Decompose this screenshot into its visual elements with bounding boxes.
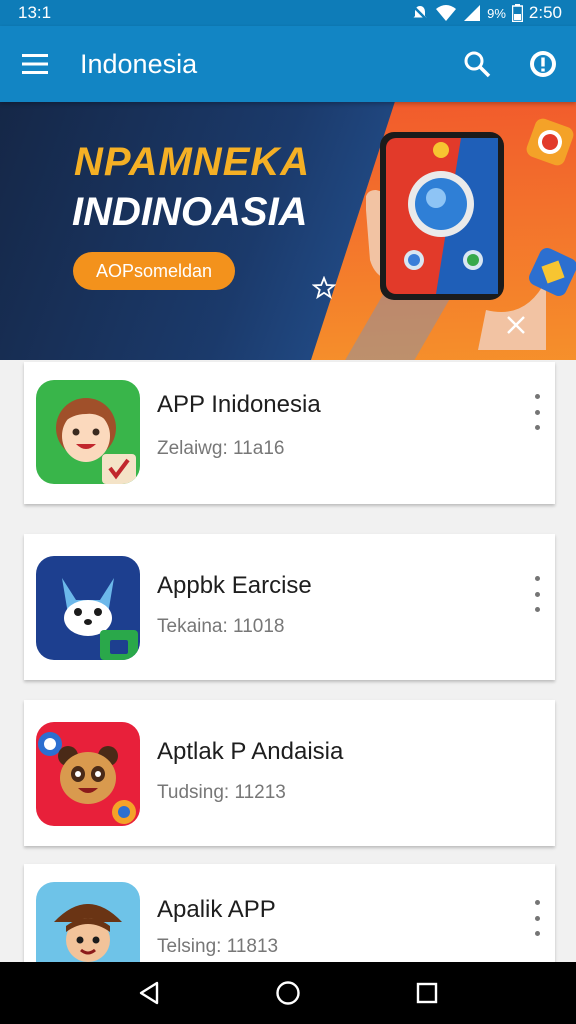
- more-options-button[interactable]: [527, 576, 547, 612]
- app-card[interactable]: APP Inidonesia Zelaiwg: 11a16: [24, 362, 555, 504]
- page-title: Indonesia: [80, 48, 198, 79]
- signal-icon: [464, 5, 481, 21]
- system-nav-bar: [0, 962, 576, 1024]
- app-subtitle: Zelaiwg: 11a16: [157, 438, 285, 459]
- menu-button[interactable]: [0, 26, 70, 102]
- app-bar: Indonesia: [0, 26, 576, 102]
- app-subtitle: Tudsing: 11213: [157, 782, 286, 803]
- promo-banner[interactable]: NPAMNEKA INDINOASIA AOPsomeldan: [0, 102, 576, 360]
- app-name: Apalik APP: [157, 896, 276, 923]
- app-name: Appbk Earcise: [157, 572, 312, 599]
- app-subtitle: Telsing: 11813: [157, 936, 279, 957]
- more-options-button[interactable]: [527, 900, 547, 936]
- app-name: APP Inidonesia: [157, 391, 321, 418]
- back-icon[interactable]: [138, 981, 160, 1005]
- status-time-left: 13:1: [18, 3, 52, 22]
- wifi-icon: [436, 5, 457, 21]
- battery-percent: 9%: [487, 5, 506, 21]
- info-icon: [530, 51, 556, 77]
- app-icon-panda: [36, 722, 140, 826]
- app-icon-girl: [36, 380, 140, 484]
- info-button[interactable]: [510, 26, 576, 102]
- star-icon: [312, 276, 336, 300]
- app-card[interactable]: Aptlak P Andaisia Tudsing: 11213: [24, 700, 555, 846]
- close-icon[interactable]: [505, 314, 527, 336]
- banner-cta-button[interactable]: AOPsomeldan: [73, 252, 235, 290]
- search-button[interactable]: [444, 26, 510, 102]
- banner-subheadline: INDINOASIA: [72, 190, 308, 234]
- more-options-button[interactable]: [527, 394, 547, 430]
- app-name: Aptlak P Andaisia: [157, 738, 344, 765]
- status-bar: 13:1 9% 2:50: [0, 0, 576, 26]
- menu-icon: [22, 54, 48, 74]
- notification-off-icon: [412, 5, 428, 21]
- app-subtitle: Tekaina: 11018: [157, 616, 285, 637]
- search-icon: [464, 51, 491, 78]
- banner-headline: NPAMNEKA: [74, 140, 311, 184]
- battery-icon: [511, 4, 523, 22]
- home-icon[interactable]: [275, 980, 301, 1006]
- recents-icon[interactable]: [416, 982, 438, 1004]
- app-icon-fox: [36, 556, 140, 660]
- app-card[interactable]: Appbk Earcise Tekaina: 11018: [24, 534, 555, 680]
- status-clock: 2:50: [528, 3, 562, 22]
